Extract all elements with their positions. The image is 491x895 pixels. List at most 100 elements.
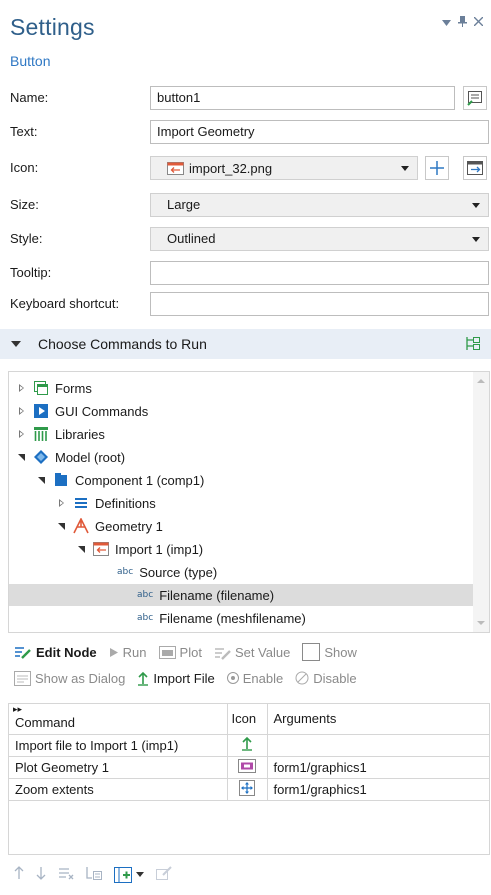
- move-up-icon[interactable]: [14, 866, 24, 883]
- style-row: Style: Outlined: [0, 225, 491, 253]
- export-icon: [467, 161, 483, 175]
- icon-cell[interactable]: [227, 734, 268, 757]
- add-table-row-icon[interactable]: [114, 866, 144, 883]
- tooltip-input[interactable]: [150, 261, 489, 285]
- style-select[interactable]: Outlined: [150, 227, 489, 251]
- command-cell[interactable]: Zoom extents: [9, 778, 228, 801]
- edit-name-button[interactable]: [463, 86, 487, 110]
- tree-item-filename[interactable]: abc Filename (filename): [9, 584, 473, 606]
- name-input[interactable]: button1: [150, 86, 455, 110]
- table-row[interactable]: Import file to Import 1 (imp1): [9, 734, 489, 757]
- string-type-icon: abc: [117, 567, 134, 577]
- delete-list-icon[interactable]: [58, 866, 74, 883]
- tree-item-forms[interactable]: Forms: [17, 377, 92, 399]
- column-header-command[interactable]: ▸▸ Command: [9, 704, 228, 735]
- icon-cell[interactable]: [227, 778, 268, 801]
- show-as-dialog-label: Show as Dialog: [35, 670, 126, 686]
- show-toggle[interactable]: Show: [302, 643, 357, 661]
- shortcut-input[interactable]: [150, 292, 489, 316]
- column-header-icon[interactable]: Icon: [227, 704, 268, 735]
- name-row: Name: button1: [0, 84, 491, 112]
- collapse-icon[interactable]: [37, 475, 47, 485]
- disable-option[interactable]: Disable: [295, 671, 357, 686]
- text-input[interactable]: Import Geometry: [150, 120, 489, 144]
- size-select[interactable]: Large: [150, 193, 489, 217]
- command-cell[interactable]: Import file to Import 1 (imp1): [9, 734, 228, 757]
- insert-row-icon[interactable]: [86, 866, 102, 883]
- tree-item-gui-commands[interactable]: GUI Commands: [17, 400, 148, 422]
- expand-all-icon[interactable]: ▸▸: [13, 704, 22, 715]
- edit-row-icon[interactable]: [156, 866, 172, 883]
- tree-scrollbar[interactable]: [473, 372, 489, 632]
- collapse-icon[interactable]: [17, 452, 27, 462]
- style-select-value: Outlined: [167, 231, 216, 246]
- string-type-icon: abc: [137, 613, 154, 623]
- tree-settings-icon[interactable]: [464, 335, 481, 356]
- tree-item-import[interactable]: Import 1 (imp1): [77, 538, 203, 560]
- section-title: Choose Commands to Run: [38, 336, 207, 352]
- show-checkbox[interactable]: [302, 643, 321, 661]
- close-icon[interactable]: [473, 16, 484, 29]
- table-row[interactable]: Plot Geometry 1 form1/graphics1: [9, 756, 489, 779]
- enable-option[interactable]: Enable: [226, 671, 283, 686]
- icon-cell[interactable]: [227, 756, 268, 779]
- tree-item-geometry[interactable]: Geometry 1: [57, 515, 163, 537]
- expand-icon[interactable]: [17, 383, 27, 393]
- forms-icon: [34, 381, 48, 395]
- command-cell[interactable]: Plot Geometry 1: [9, 756, 228, 779]
- commands-section-header[interactable]: Choose Commands to Run: [0, 329, 491, 359]
- plot-icon: [238, 758, 256, 773]
- tree-item-definitions[interactable]: Definitions: [57, 492, 156, 514]
- tree-item-component[interactable]: Component 1 (comp1): [37, 469, 204, 491]
- name-label: Name:: [10, 90, 49, 105]
- enable-radio[interactable]: [226, 672, 239, 684]
- tree-item-label: Filename (filename): [159, 587, 275, 603]
- commands-tree[interactable]: Forms GUI Commands Libraries Model (root…: [8, 371, 490, 633]
- export-icon-button[interactable]: [463, 156, 487, 180]
- run-button[interactable]: Run: [109, 645, 147, 660]
- plus-icon: [430, 161, 444, 175]
- tree-item-label: Component 1 (comp1): [75, 472, 205, 488]
- icon-select[interactable]: import_32.png: [150, 156, 418, 180]
- expand-icon[interactable]: [17, 406, 27, 416]
- tooltip-row: Tooltip:: [0, 259, 491, 287]
- icon-select-value: import_32.png: [189, 160, 273, 176]
- expand-icon[interactable]: [57, 498, 67, 508]
- arguments-cell[interactable]: form1/graphics1: [267, 756, 489, 779]
- plot-label: Plot: [179, 644, 202, 660]
- dropdown-arrow-icon[interactable]: [442, 17, 451, 29]
- edit-node-icon: [15, 647, 31, 659]
- add-icon-button[interactable]: [425, 156, 449, 180]
- collapse-icon[interactable]: [77, 544, 87, 554]
- import-file-icon: [167, 161, 184, 175]
- set-value-icon: [214, 647, 231, 660]
- set-value-button[interactable]: Set Value: [214, 645, 290, 660]
- collapse-icon: [11, 341, 21, 347]
- commands-table[interactable]: ▸▸ Command Icon Arguments Import file to…: [8, 703, 490, 855]
- tree-item-model-root[interactable]: Model (root): [17, 446, 125, 468]
- tree-item-source[interactable]: abc Source (type): [117, 561, 473, 583]
- size-label: Size:: [10, 197, 39, 212]
- size-row: Size: Large: [0, 191, 491, 219]
- bottom-toolbar: [14, 866, 172, 883]
- arguments-cell[interactable]: [267, 734, 489, 757]
- scroll-down-icon[interactable]: [477, 621, 485, 625]
- plot-icon: [158, 645, 176, 659]
- tree-item-meshfilename[interactable]: abc Filename (meshfilename): [137, 607, 306, 629]
- tree-item-libraries[interactable]: Libraries: [17, 423, 105, 445]
- tree-item-label: Definitions: [95, 495, 156, 511]
- edit-node-button[interactable]: Edit Node: [14, 645, 97, 660]
- import-file-button[interactable]: Import File: [137, 671, 215, 686]
- column-header-arguments[interactable]: Arguments: [267, 704, 489, 735]
- text-row: Text: Import Geometry: [0, 118, 491, 146]
- table-row[interactable]: Zoom extents form1/graphics1: [9, 778, 489, 801]
- chevron-down-icon: [401, 166, 409, 171]
- show-as-dialog-button[interactable]: Show as Dialog: [14, 670, 126, 686]
- pin-icon[interactable]: [458, 16, 467, 30]
- collapse-icon[interactable]: [57, 521, 67, 531]
- arguments-cell[interactable]: form1/graphics1: [267, 778, 489, 801]
- plot-button[interactable]: Plot: [158, 644, 202, 660]
- move-down-icon[interactable]: [36, 866, 46, 883]
- scroll-up-icon[interactable]: [477, 379, 485, 383]
- expand-icon[interactable]: [17, 429, 27, 439]
